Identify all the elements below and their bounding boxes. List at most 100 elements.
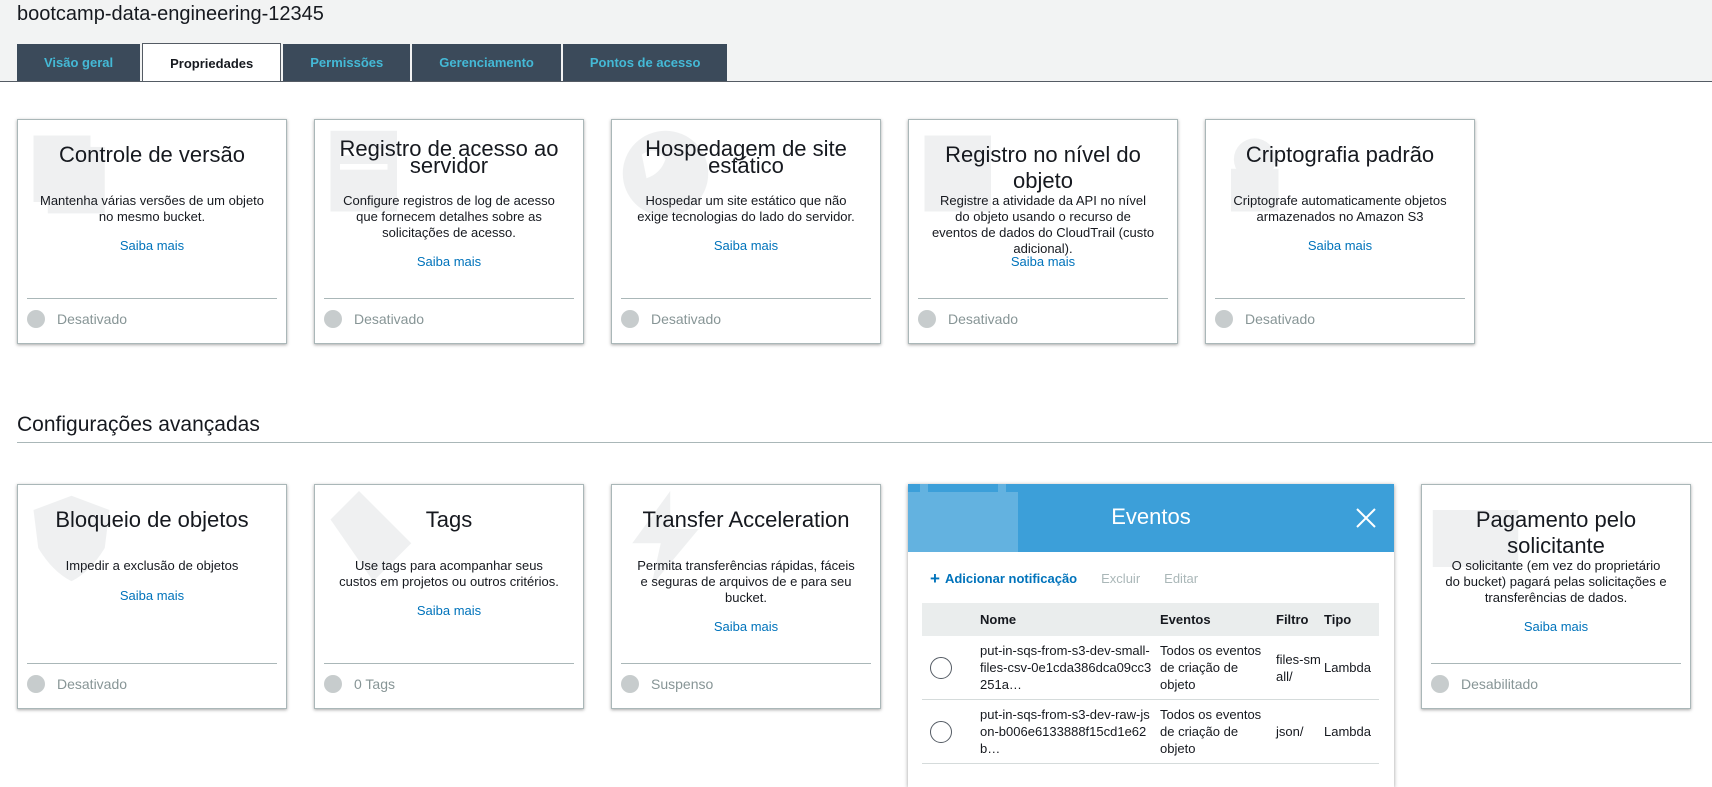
tab-visao-geral[interactable]: Visão geral	[17, 44, 141, 81]
event-type: Lambda	[1324, 636, 1379, 700]
status-dot-icon	[27, 310, 45, 328]
tab-propriedades[interactable]: Propriedades	[142, 43, 282, 81]
bucket-header: bootcamp-data-engineering-12345 Visão ge…	[0, 0, 1712, 82]
status-dot-icon	[27, 675, 45, 693]
learn-more-link[interactable]: Saiba mais	[315, 603, 583, 618]
card-description: Hospedar um site estático que não exige …	[637, 193, 855, 224]
card-status: Desativado	[918, 310, 1018, 328]
card-server-access-logging[interactable]: Registro de acesso ao servidor Configure…	[314, 119, 584, 344]
status-dot-icon	[324, 310, 342, 328]
status-label: Desativado	[1245, 311, 1316, 327]
close-icon[interactable]	[1354, 506, 1378, 530]
card-divider	[27, 663, 277, 664]
card-description: Impedir a exclusão de objetos	[65, 558, 239, 573]
card-title: Registro no nível do objeto	[945, 142, 1141, 193]
column-header-filter: Filtro	[1276, 603, 1324, 636]
tab-gerenciamento[interactable]: Gerenciamento	[412, 44, 561, 81]
card-title: Controle de versão	[59, 142, 245, 167]
card-title: Registro de acesso ao servidor	[339, 136, 559, 178]
card-divider	[1431, 663, 1681, 664]
card-status: Desativado	[621, 310, 721, 328]
tab-pontos-de-acesso[interactable]: Pontos de acesso	[562, 44, 728, 81]
card-requester-pays[interactable]: Pagamento pelo solicitante O solicitante…	[1421, 484, 1691, 709]
card-object-level-logging[interactable]: Registro no nível do objeto Registre a a…	[908, 119, 1178, 344]
card-description: Use tags para acompanhar seus custos em …	[339, 558, 559, 589]
plus-icon: +	[930, 569, 940, 588]
status-label: Desativado	[57, 676, 128, 692]
card-divider	[621, 663, 871, 664]
card-description: Mantenha várias versões de um objeto no …	[40, 193, 265, 224]
card-transfer-acceleration[interactable]: Transfer Acceleration Permita transferên…	[611, 484, 881, 709]
event-name: put-in-sqs-from-s3-dev-raw-json-b006e613…	[980, 699, 1160, 764]
card-status: Desativado	[27, 310, 127, 328]
table-row[interactable]: put-in-sqs-from-s3-dev-raw-json-b006e613…	[922, 699, 1379, 764]
learn-more-link[interactable]: Saiba mais	[315, 254, 583, 269]
delete-button[interactable]: Excluir	[1101, 571, 1140, 586]
card-description: Permita transferências rápidas, fáceis e…	[637, 558, 855, 605]
card-divider	[918, 298, 1168, 299]
status-label: Desabilitado	[1461, 676, 1539, 692]
row-select-radio[interactable]	[930, 720, 952, 743]
card-divider	[621, 298, 871, 299]
edit-button[interactable]: Editar	[1164, 571, 1198, 586]
table-header-row: Nome Eventos Filtro Tipo	[922, 603, 1379, 636]
card-title: Tags	[425, 507, 473, 532]
card-default-encryption[interactable]: Criptografia padrão Criptografe automati…	[1205, 119, 1475, 344]
card-description: Registre a atividade da API no nível do …	[931, 193, 1155, 256]
card-status: Desativado	[324, 310, 424, 328]
column-header-events: Eventos	[1160, 603, 1276, 636]
status-dot-icon	[621, 310, 639, 328]
row-select-radio[interactable]	[930, 656, 952, 679]
card-description: Configure registros de log de acesso que…	[343, 193, 555, 240]
card-title: Transfer Acceleration	[642, 507, 850, 532]
card-status: 0 Tags	[324, 675, 395, 693]
card-title: Hospedagem de site estático	[645, 136, 847, 178]
section-divider	[17, 442, 1712, 443]
status-dot-icon	[1431, 675, 1449, 693]
card-divider	[1215, 298, 1465, 299]
events-toolbar: + Adicionar notificação Excluir Editar	[930, 569, 1198, 588]
learn-more-link[interactable]: Saiba mais	[18, 588, 286, 603]
card-object-lock[interactable]: Bloqueio de objetos Impedir a exclusão d…	[17, 484, 287, 709]
status-label: 0 Tags	[354, 676, 395, 692]
status-dot-icon	[621, 675, 639, 693]
status-label: Desativado	[354, 311, 425, 327]
card-title: Pagamento pelo solicitante	[1475, 507, 1637, 558]
status-dot-icon	[918, 310, 936, 328]
select-column-header	[922, 603, 980, 636]
card-tags[interactable]: Tags Use tags para acompanhar seus custo…	[314, 484, 584, 709]
tab-bar: Visão geral Propriedades Permissões Gere…	[17, 43, 729, 82]
learn-more-link[interactable]: Saiba mais	[1422, 619, 1690, 634]
card-status: Desativado	[27, 675, 127, 693]
event-type: Lambda	[1324, 699, 1379, 764]
card-divider	[324, 663, 574, 664]
table-row[interactable]: put-in-sqs-from-s3-dev-small-files-csv-0…	[922, 636, 1379, 700]
card-title: Bloqueio de objetos	[55, 507, 249, 532]
learn-more-link[interactable]: Saiba mais	[612, 619, 880, 634]
learn-more-link[interactable]: Saiba mais	[909, 254, 1177, 269]
event-types: Todos os eventos de criação de objeto	[1160, 636, 1276, 700]
learn-more-link[interactable]: Saiba mais	[612, 238, 880, 253]
learn-more-link[interactable]: Saiba mais	[1206, 238, 1474, 253]
events-panel: Eventos + Adicionar notificação Excluir E…	[908, 484, 1394, 787]
card-status: Suspenso	[621, 675, 713, 693]
add-notification-button[interactable]: + Adicionar notificação	[930, 569, 1078, 588]
status-label: Desativado	[651, 311, 722, 327]
column-header-name: Nome	[980, 603, 1160, 636]
advanced-settings-title: Configurações avançadas	[17, 413, 260, 436]
card-divider	[27, 298, 277, 299]
tab-permissoes[interactable]: Permissões	[283, 44, 411, 81]
event-name: put-in-sqs-from-s3-dev-small-files-csv-0…	[980, 636, 1160, 700]
card-status: Desativado	[1215, 310, 1315, 328]
add-notification-label: Adicionar notificação	[944, 571, 1078, 586]
card-static-website-hosting[interactable]: Hospedagem de site estático Hospedar um …	[611, 119, 881, 344]
event-types: Todos os eventos de criação de objeto	[1160, 699, 1276, 764]
status-label: Suspenso	[651, 676, 714, 692]
bucket-title: bootcamp-data-engineering-12345	[17, 3, 324, 25]
column-header-type: Tipo	[1324, 603, 1379, 636]
card-versioning[interactable]: Controle de versão Mantenha várias versõ…	[17, 119, 287, 344]
card-title: Criptografia padrão	[1245, 142, 1435, 167]
status-label: Desativado	[948, 311, 1019, 327]
learn-more-link[interactable]: Saiba mais	[18, 238, 286, 253]
card-divider	[324, 298, 574, 299]
